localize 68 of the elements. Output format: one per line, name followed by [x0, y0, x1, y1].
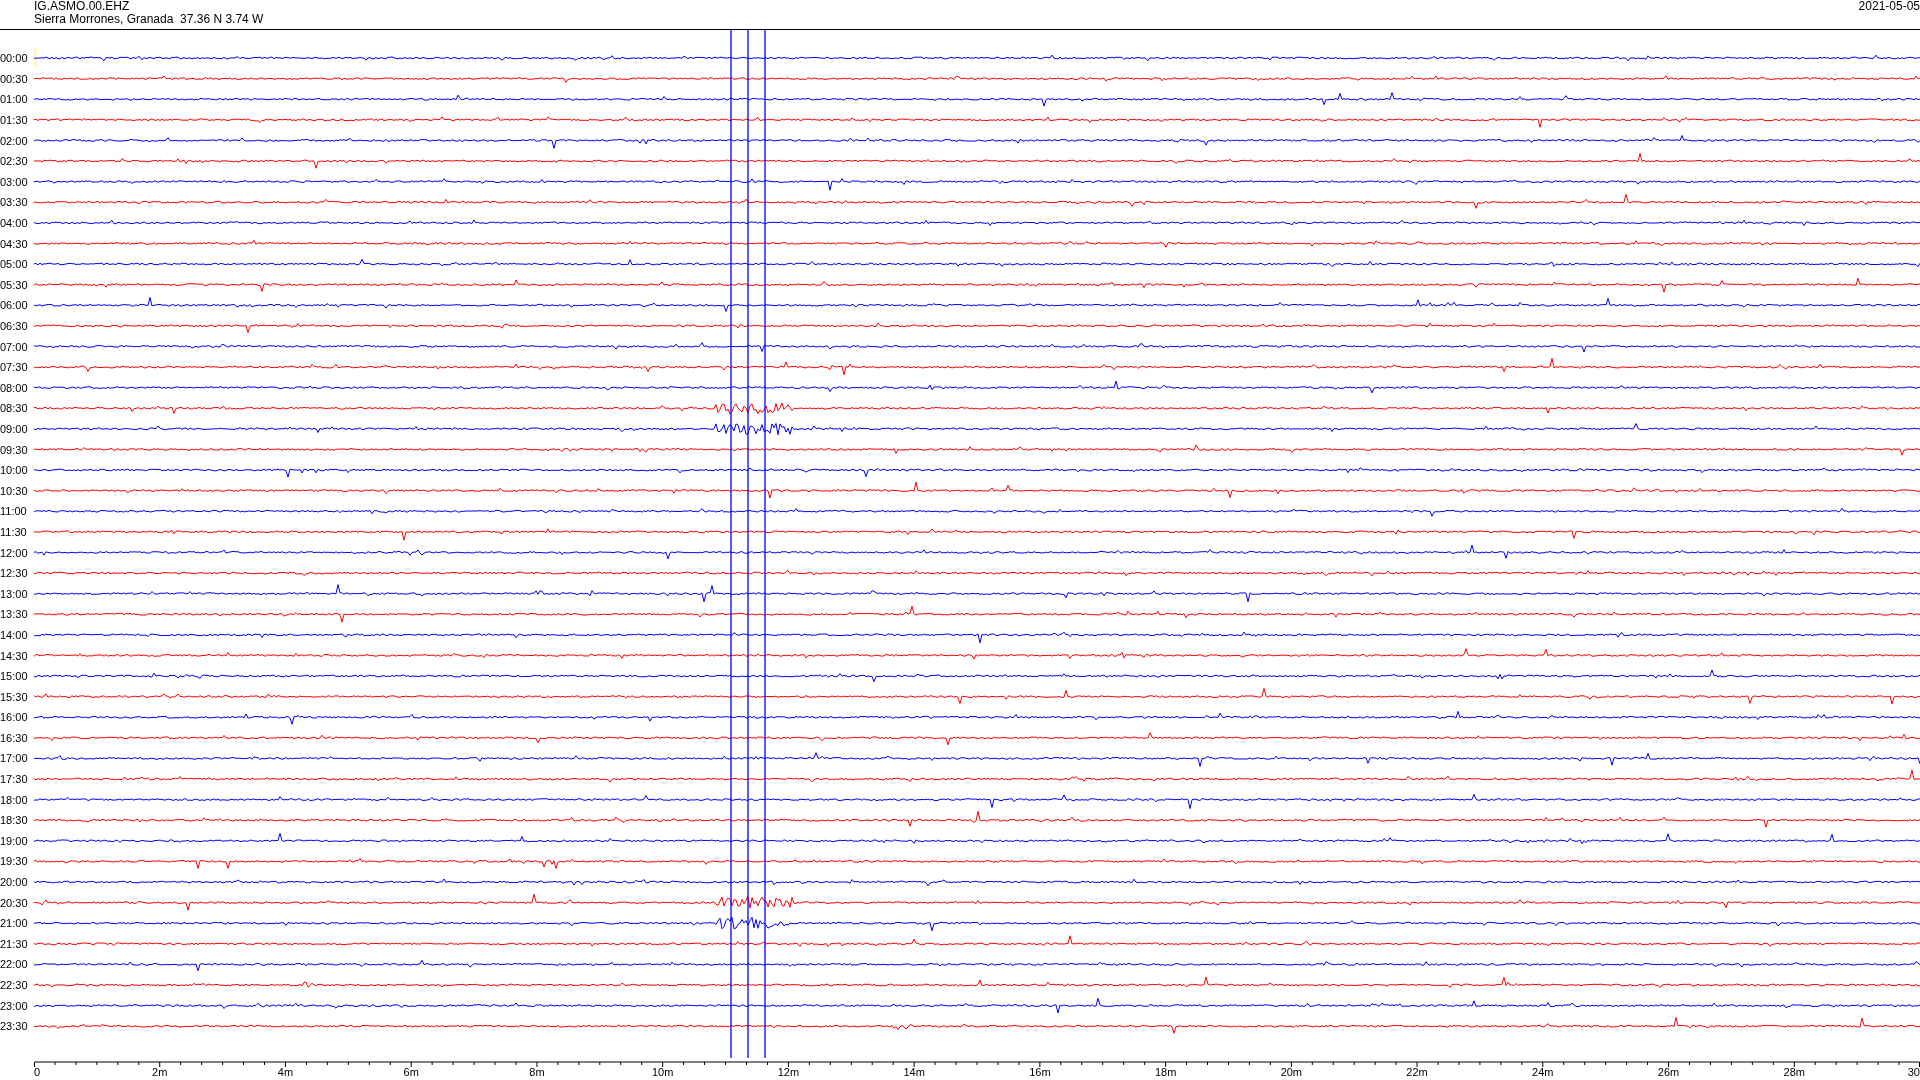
time-label: 15:00	[0, 670, 28, 683]
time-label: 08:30	[0, 402, 28, 415]
time-label: 18:30	[0, 814, 28, 827]
time-label: 10:30	[0, 484, 28, 497]
time-label: 02:30	[0, 155, 28, 168]
time-label: 17:00	[0, 752, 28, 765]
time-label: 04:00	[0, 217, 28, 230]
axis-label: 18m	[1154, 1066, 1177, 1078]
time-label: 22:30	[0, 979, 28, 991]
time-label: 20:00	[0, 876, 28, 889]
time-label: 22:00	[0, 958, 28, 971]
time-label: 21:00	[0, 917, 28, 930]
time-label: 12:00	[0, 546, 28, 559]
time-label: 00:00	[0, 52, 28, 65]
axis-label: 4m	[277, 1066, 294, 1078]
axis-label: 12m	[777, 1066, 800, 1078]
time-label: 19:30	[0, 855, 28, 868]
time-label: 09:00	[0, 423, 28, 435]
time-label: 14:00	[0, 628, 28, 641]
time-label: 21:30	[0, 937, 28, 950]
axis-label: 8m	[529, 1066, 545, 1078]
time-label: 12:30	[0, 567, 28, 580]
axis-label: 24m	[1532, 1066, 1554, 1078]
axis-label: 22m	[1406, 1066, 1428, 1078]
axis-label: 16m	[1029, 1066, 1051, 1078]
time-label: 16:30	[0, 731, 28, 744]
time-label: 03:00	[0, 175, 28, 188]
axis-label: 26m	[1657, 1066, 1680, 1078]
time-label: 02:00	[0, 134, 28, 147]
axis-label: 2m	[152, 1066, 168, 1078]
time-label: 23:00	[0, 999, 28, 1012]
time-label: 11:00	[0, 505, 27, 518]
time-label: 05:30	[0, 278, 28, 291]
time-label: 01:00	[0, 93, 28, 106]
time-label: 07:00	[0, 340, 28, 353]
time-label: 20:30	[0, 896, 28, 909]
station-code: IG.ASMO.00.EHZ	[34, 0, 131, 13]
time-label: 10:00	[0, 464, 28, 477]
axis-label: 20m	[1280, 1066, 1303, 1078]
time-label: 05:00	[0, 258, 28, 271]
start-marker	[34, 49, 37, 67]
time-label: 19:00	[0, 834, 28, 847]
time-label: 00:30	[0, 72, 28, 85]
time-label: 18:00	[0, 793, 28, 806]
axis-label: 28m	[1783, 1066, 1805, 1078]
axis-label: 0	[34, 1066, 41, 1078]
plot-date: 2021-05-05	[1858, 0, 1920, 15]
axis-label: 14m	[903, 1066, 925, 1078]
time-label: 14:30	[0, 649, 28, 662]
time-label: 07:30	[0, 361, 28, 374]
time-label: 01:30	[0, 114, 28, 127]
time-label: 16:00	[0, 711, 28, 724]
time-label: 06:00	[0, 299, 28, 312]
axis-label: 10m	[651, 1066, 674, 1078]
time-label: 08:00	[0, 381, 28, 394]
time-label: 13:30	[0, 608, 28, 621]
station-location: Sierra Morrones, Granada 37.36 N 3.74 W	[34, 13, 264, 26]
time-label: 23:30	[0, 1020, 28, 1033]
axis-label: 6m	[403, 1066, 419, 1078]
time-label: 06:30	[0, 320, 28, 332]
time-label: 09:30	[0, 443, 28, 456]
time-label: 13:00	[0, 587, 28, 600]
time-label: 11:30	[0, 525, 27, 538]
axis-label: 30	[1907, 1066, 1920, 1078]
time-label: 17:30	[0, 773, 28, 786]
time-label: 03:30	[0, 196, 28, 209]
time-label: 15:30	[0, 690, 28, 703]
time-label: 04:30	[0, 237, 28, 250]
